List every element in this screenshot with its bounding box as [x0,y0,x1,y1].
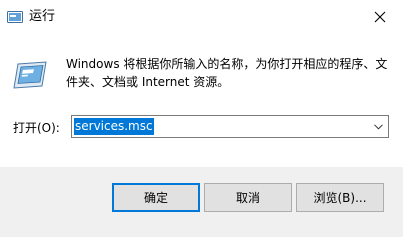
run-icon [12,60,48,90]
close-icon [374,11,386,23]
browse-button[interactable]: 浏览(B)... [296,183,384,212]
chevron-down-icon [373,123,383,130]
open-input[interactable]: services.msc [74,118,154,135]
close-button[interactable] [357,0,403,34]
open-combobox[interactable]: services.msc [71,115,389,138]
dialog-description: Windows 将根据你所输入的名称，为你打开相应的程序、文件夹、文档或 Int… [66,57,388,89]
dropdown-button[interactable] [368,116,388,137]
cancel-button[interactable]: 取消 [204,183,292,212]
ok-button[interactable]: 确定 [112,183,200,212]
run-app-icon [7,10,23,24]
dialog-content: Windows 将根据你所输入的名称，为你打开相应的程序、文件夹、文档或 Int… [0,34,403,167]
open-label: 打开(O): [13,121,60,135]
title-bar[interactable]: 运行 [0,0,403,34]
button-bar: 确定 取消 浏览(B)... [0,167,403,237]
window-title: 运行 [29,9,56,24]
run-dialog: 运行 Windows 将根据你所输入的名称，为你打开相应的程序、文件夹、文档或 … [0,0,403,237]
